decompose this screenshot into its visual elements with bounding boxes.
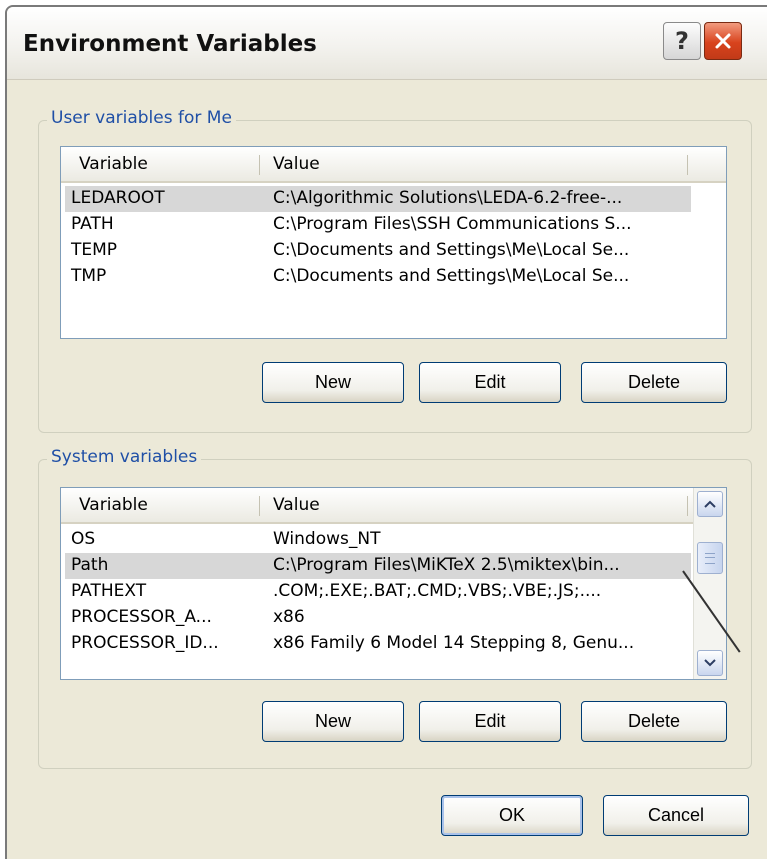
system-variable-row[interactable]: PATHEXT .COM;.EXE;.BAT;.CMD;.VBS;.VBE;.J… — [65, 579, 691, 605]
system-list-header: Variable Value — [61, 488, 695, 524]
close-icon — [715, 33, 731, 49]
user-variables-list[interactable]: Variable Value LEDAROOT C:\Algorithmic S… — [60, 146, 727, 339]
variable-name: TMP — [71, 266, 107, 286]
system-variable-row[interactable]: Path C:\Program Files\MiKTeX 2.5\miktex\… — [65, 553, 691, 579]
variable-value: C:\Program Files\SSH Communications S... — [273, 214, 632, 234]
variable-name: TEMP — [71, 240, 118, 260]
variable-name: PROCESSOR_A... — [71, 607, 212, 627]
variable-name: PATH — [71, 214, 114, 234]
user-variable-row[interactable]: TMP C:\Documents and Settings\Me\Local S… — [65, 264, 691, 290]
user-variable-row[interactable]: LEDAROOT C:\Algorithmic Solutions\LEDA-6… — [65, 186, 691, 212]
help-button[interactable]: ? — [663, 22, 701, 60]
variable-value: .COM;.EXE;.BAT;.CMD;.VBS;.VBE;.JS;.... — [273, 581, 602, 601]
chevron-up-icon — [704, 500, 716, 508]
scroll-up-button[interactable] — [697, 491, 723, 517]
system-variables-list[interactable]: Variable Value OS Windows_NT Path C:\Pro… — [60, 487, 727, 680]
help-icon: ? — [675, 27, 689, 55]
user-delete-button[interactable]: Delete — [581, 362, 727, 403]
scroll-thumb[interactable] — [697, 542, 723, 574]
close-button[interactable] — [704, 22, 742, 60]
user-variable-row[interactable]: TEMP C:\Documents and Settings\Me\Local … — [65, 238, 691, 264]
user-list-header: Variable Value — [61, 147, 726, 183]
column-header-value[interactable]: Value — [273, 495, 320, 515]
user-variables-label: User variables for Me — [47, 108, 236, 128]
chevron-down-icon — [704, 659, 716, 667]
grip-icon — [705, 552, 715, 564]
variable-name: OS — [71, 529, 96, 549]
window-title: Environment Variables — [23, 31, 317, 57]
variable-value: x86 Family 6 Model 14 Stepping 8, Genu..… — [273, 633, 635, 653]
variable-value: C:\Documents and Settings\Me\Local Se... — [273, 266, 630, 286]
variable-name: PROCESSOR_ID... — [71, 633, 219, 653]
variable-name: Path — [71, 555, 109, 575]
environment-variables-dialog: Environment Variables ? User variables f… — [5, 5, 767, 859]
column-divider[interactable] — [687, 155, 688, 175]
column-divider[interactable] — [687, 496, 688, 516]
user-variable-row[interactable]: PATH C:\Program Files\SSH Communications… — [65, 212, 691, 238]
column-header-value[interactable]: Value — [273, 154, 320, 174]
user-edit-button[interactable]: Edit — [419, 362, 561, 403]
system-variable-row[interactable]: PROCESSOR_A... x86 — [65, 605, 691, 631]
column-divider[interactable] — [259, 155, 260, 175]
variable-value: x86 — [273, 607, 305, 627]
variable-value: Windows_NT — [273, 529, 381, 549]
system-variables-label: System variables — [47, 447, 202, 467]
scroll-down-button[interactable] — [697, 650, 723, 676]
system-list-scrollbar[interactable] — [693, 488, 726, 679]
variable-value: C:\Program Files\MiKTeX 2.5\miktex\bin..… — [273, 555, 620, 575]
system-variable-row[interactable]: OS Windows_NT — [65, 527, 691, 553]
system-delete-button[interactable]: Delete — [581, 701, 727, 742]
user-new-button[interactable]: New — [262, 362, 404, 403]
variable-value: C:\Algorithmic Solutions\LEDA-6.2-free-.… — [273, 188, 623, 208]
variable-name: LEDAROOT — [71, 188, 165, 208]
user-variables-group: User variables for Me Variable Value LED… — [38, 108, 752, 433]
variable-name: PATHEXT — [71, 581, 147, 601]
variable-value: C:\Documents and Settings\Me\Local Se... — [273, 240, 630, 260]
column-header-variable[interactable]: Variable — [79, 495, 148, 515]
system-new-button[interactable]: New — [262, 701, 404, 742]
system-variable-row[interactable]: PROCESSOR_ID... x86 Family 6 Model 14 St… — [65, 631, 691, 657]
ok-button[interactable]: OK — [441, 795, 583, 836]
column-divider[interactable] — [259, 496, 260, 516]
cancel-button[interactable]: Cancel — [603, 795, 749, 836]
title-bar[interactable]: Environment Variables ? — [7, 7, 767, 80]
column-header-variable[interactable]: Variable — [79, 154, 148, 174]
system-edit-button[interactable]: Edit — [419, 701, 561, 742]
system-variables-group: System variables Variable Value OS Windo… — [38, 447, 752, 769]
